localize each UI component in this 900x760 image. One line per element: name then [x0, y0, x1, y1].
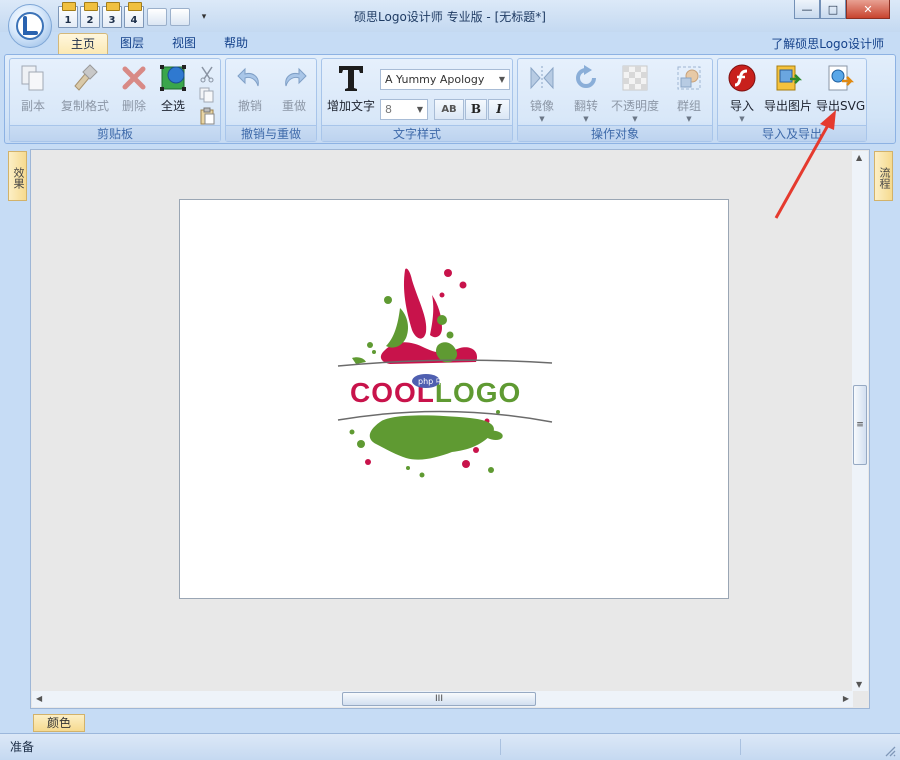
group-button[interactable]: 群组 ▼ — [670, 63, 708, 123]
status-bar: 准备 — [0, 733, 900, 760]
app-window: 1 2 3 4 ▾ 硕思Logo设计师 专业版 - [无标题*] — □ ✕ 主… — [0, 0, 900, 760]
color-panel-tab[interactable]: 颜色 — [33, 714, 85, 732]
rotate-button[interactable]: 翻转 ▼ — [568, 63, 604, 123]
font-name-select[interactable]: A Yummy Apology ▼ — [380, 69, 510, 90]
scroll-right-icon[interactable]: ▶ — [843, 694, 849, 703]
tab-help[interactable]: 帮助 — [212, 33, 260, 54]
export-svg-icon — [825, 63, 855, 93]
php-watermark: php 中文网 — [412, 374, 460, 388]
top-curve-line — [337, 359, 553, 367]
text-t-icon — [336, 63, 366, 93]
application-menu-button[interactable] — [8, 4, 52, 48]
logo-artwork[interactable]: COOLLOGO php 中文网 — [180, 200, 728, 598]
window-title: 硕思Logo设计师 专业版 - [无标题*] — [354, 10, 546, 24]
close-button[interactable]: ✕ — [846, 0, 890, 19]
text-style-group-label: 文字样式 — [322, 125, 512, 141]
chevron-down-icon: ▼ — [539, 115, 545, 123]
resize-grip-icon[interactable] — [884, 745, 896, 757]
paste-icon[interactable] — [198, 107, 216, 125]
green-bottom-splash-icon — [349, 410, 503, 478]
rotate-icon — [571, 63, 601, 93]
group-icon — [674, 63, 704, 93]
char-spacing-button[interactable]: AB — [434, 99, 464, 120]
copy-small-icon[interactable] — [198, 86, 216, 104]
maximize-button[interactable]: □ — [820, 0, 846, 19]
scroll-up-icon[interactable]: ▲ — [856, 153, 862, 162]
delete-x-icon — [119, 63, 149, 93]
tab-view[interactable]: 视图 — [160, 33, 208, 54]
vertical-scrollbar[interactable]: ▲ ≡ ▼ — [852, 151, 868, 691]
status-divider — [500, 739, 501, 755]
chevron-down-icon: ▼ — [686, 115, 692, 123]
mirror-icon — [527, 63, 557, 93]
delete-button[interactable]: 删除 — [116, 63, 152, 114]
ribbon: 副本 复制格式 删除 全选 剪贴板 撤销 重做 撤销与重做 增加文字 A Yum… — [4, 54, 896, 144]
format-painter-button[interactable]: 复制格式 — [58, 63, 112, 114]
font-size-select[interactable]: 8 ▼ — [380, 99, 428, 120]
export-image-icon — [773, 63, 803, 93]
chevron-down-icon: ▼ — [498, 75, 505, 84]
clipboard-group: 副本 复制格式 删除 全选 剪贴板 — [9, 58, 221, 142]
select-all-button[interactable]: 全选 — [156, 63, 190, 114]
effects-panel-tab[interactable]: 效果 — [8, 151, 27, 201]
undo-redo-group: 撤销 重做 撤销与重做 — [225, 58, 317, 142]
status-divider — [740, 739, 741, 755]
add-text-button[interactable]: 增加文字 — [326, 63, 376, 114]
scroll-down-icon[interactable]: ▼ — [856, 680, 862, 689]
flash-import-icon — [727, 63, 757, 93]
redo-button[interactable]: 重做 — [276, 63, 312, 114]
watermark-text: php 中文网 — [418, 376, 460, 386]
horizontal-scrollbar[interactable]: ◀ III ▶ — [32, 691, 853, 707]
select-all-icon — [158, 63, 188, 93]
app-logo-icon — [16, 12, 44, 40]
undo-arrow-icon — [235, 63, 265, 93]
mirror-button[interactable]: 镜像 ▼ — [524, 63, 560, 123]
scroll-left-icon[interactable]: ◀ — [36, 694, 42, 703]
tab-layers[interactable]: 图层 — [108, 33, 156, 54]
title-bar: 1 2 3 4 ▾ 硕思Logo设计师 专业版 - [无标题*] — □ ✕ — [0, 0, 900, 32]
flow-panel-tab[interactable]: 流程 — [874, 151, 893, 201]
undo-button[interactable]: 撤销 — [232, 63, 268, 114]
vertical-scroll-thumb[interactable]: ≡ — [853, 385, 867, 465]
copy-button[interactable]: 副本 — [16, 63, 50, 114]
horizontal-scroll-thumb[interactable]: III — [342, 692, 536, 706]
annotation-arrow-icon — [774, 110, 836, 219]
minimize-button[interactable]: — — [794, 0, 820, 19]
chevron-down-icon: ▼ — [632, 115, 638, 123]
workspace-area: COOLLOGO php 中文网 ▲ ≡ ▼ ◀ III ▶ — [30, 149, 870, 709]
tab-home[interactable]: 主页 — [58, 33, 109, 54]
brush-icon — [70, 63, 100, 93]
clipboard-group-label: 剪贴板 — [10, 125, 220, 141]
chevron-down-icon: ▼ — [416, 105, 423, 114]
opacity-button[interactable]: 不透明度 ▼ — [608, 63, 662, 123]
about-link[interactable]: 了解硕思Logo设计师 — [771, 35, 884, 52]
cut-icon[interactable] — [198, 65, 216, 83]
bold-button[interactable]: B — [465, 99, 487, 120]
redo-arrow-icon — [279, 63, 309, 93]
opacity-checker-icon — [620, 63, 650, 93]
import-button[interactable]: 导入 ▼ — [722, 63, 762, 123]
ribbon-tabs: 主页 图层 视图 帮助 — [0, 32, 900, 54]
chevron-down-icon: ▼ — [739, 115, 745, 123]
design-canvas[interactable]: COOLLOGO php 中文网 — [179, 199, 729, 599]
chevron-down-icon: ▼ — [583, 115, 589, 123]
operate-objects-group: 镜像 ▼ 翻转 ▼ 不透明度 ▼ 群组 ▼ 操作对象 — [517, 58, 713, 142]
italic-button[interactable]: I — [488, 99, 510, 120]
undo-redo-group-label: 撤销与重做 — [226, 125, 316, 141]
operate-objects-group-label: 操作对象 — [518, 125, 712, 141]
status-text: 准备 — [10, 740, 35, 754]
text-style-group: 增加文字 A Yummy Apology ▼ 8 ▼ AB B I 文字样式 — [321, 58, 513, 142]
copy-icon — [18, 63, 48, 93]
window-controls: — □ ✕ — [794, 0, 890, 19]
